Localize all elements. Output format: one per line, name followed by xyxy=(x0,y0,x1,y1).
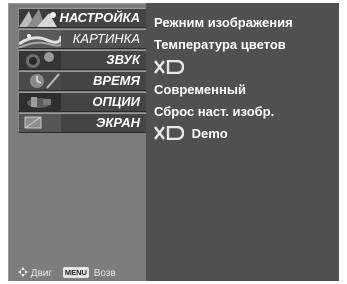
menu-item-time[interactable]: ВРЕМЯ xyxy=(18,71,146,91)
picture-icon xyxy=(19,30,61,48)
xd-logo-icon xyxy=(154,125,185,143)
audio-icon xyxy=(19,51,61,69)
tv-osd-menu: НАСТРОЙКА КАРТИНКА ЗВУК ВРЕМЯ ОПЦИИ ЭКРА… xyxy=(0,0,347,284)
menu-item-audio[interactable]: ЗВУК xyxy=(18,50,146,70)
menu-item-option[interactable]: ОПЦИИ xyxy=(18,92,146,112)
main-menu-sidebar: НАСТРОЙКА КАРТИНКА ЗВУК ВРЕМЯ ОПЦИИ ЭКРА… xyxy=(8,3,146,281)
move-arrows-icon xyxy=(18,267,28,280)
submenu-picture-mode[interactable]: Режним изображения xyxy=(154,15,293,30)
setup-icon xyxy=(19,9,61,27)
xd-logo-icon xyxy=(154,59,185,77)
screen-icon xyxy=(19,114,61,132)
demo-label: Demo xyxy=(191,126,228,141)
navigation-hint: Двиг MENU Возв xyxy=(18,267,116,281)
move-label: Двиг xyxy=(30,268,53,279)
menu-item-setup[interactable]: НАСТРОЙКА xyxy=(18,8,146,28)
submenu-color-temperature[interactable]: Температура цветов xyxy=(154,37,286,52)
menu-item-label: ЗВУК xyxy=(106,52,140,67)
menu-item-label: ЭКРАН xyxy=(96,115,140,130)
menu-item-label: ОПЦИИ xyxy=(92,94,140,109)
picture-submenu: Режним изображения Температура цветов Со… xyxy=(146,3,339,281)
submenu-current-mode[interactable]: Современный xyxy=(154,82,246,97)
menu-item-label: КАРТИНКА xyxy=(72,31,140,46)
menu-item-screen[interactable]: ЭКРАН xyxy=(18,113,146,133)
menu-item-label: ВРЕМЯ xyxy=(92,73,140,88)
menu-key-icon: MENU xyxy=(62,267,89,278)
submenu-picture-reset[interactable]: Сброс наст. изобр. xyxy=(154,104,274,119)
menu-item-label: НАСТРОЙКА xyxy=(59,10,140,25)
back-label: Возв xyxy=(93,268,116,279)
option-icon xyxy=(19,93,61,111)
time-icon xyxy=(19,72,61,90)
submenu-xd[interactable] xyxy=(154,59,185,77)
menu-item-picture[interactable]: КАРТИНКА xyxy=(18,29,146,49)
submenu-xd-demo[interactable]: Demo xyxy=(154,125,228,143)
